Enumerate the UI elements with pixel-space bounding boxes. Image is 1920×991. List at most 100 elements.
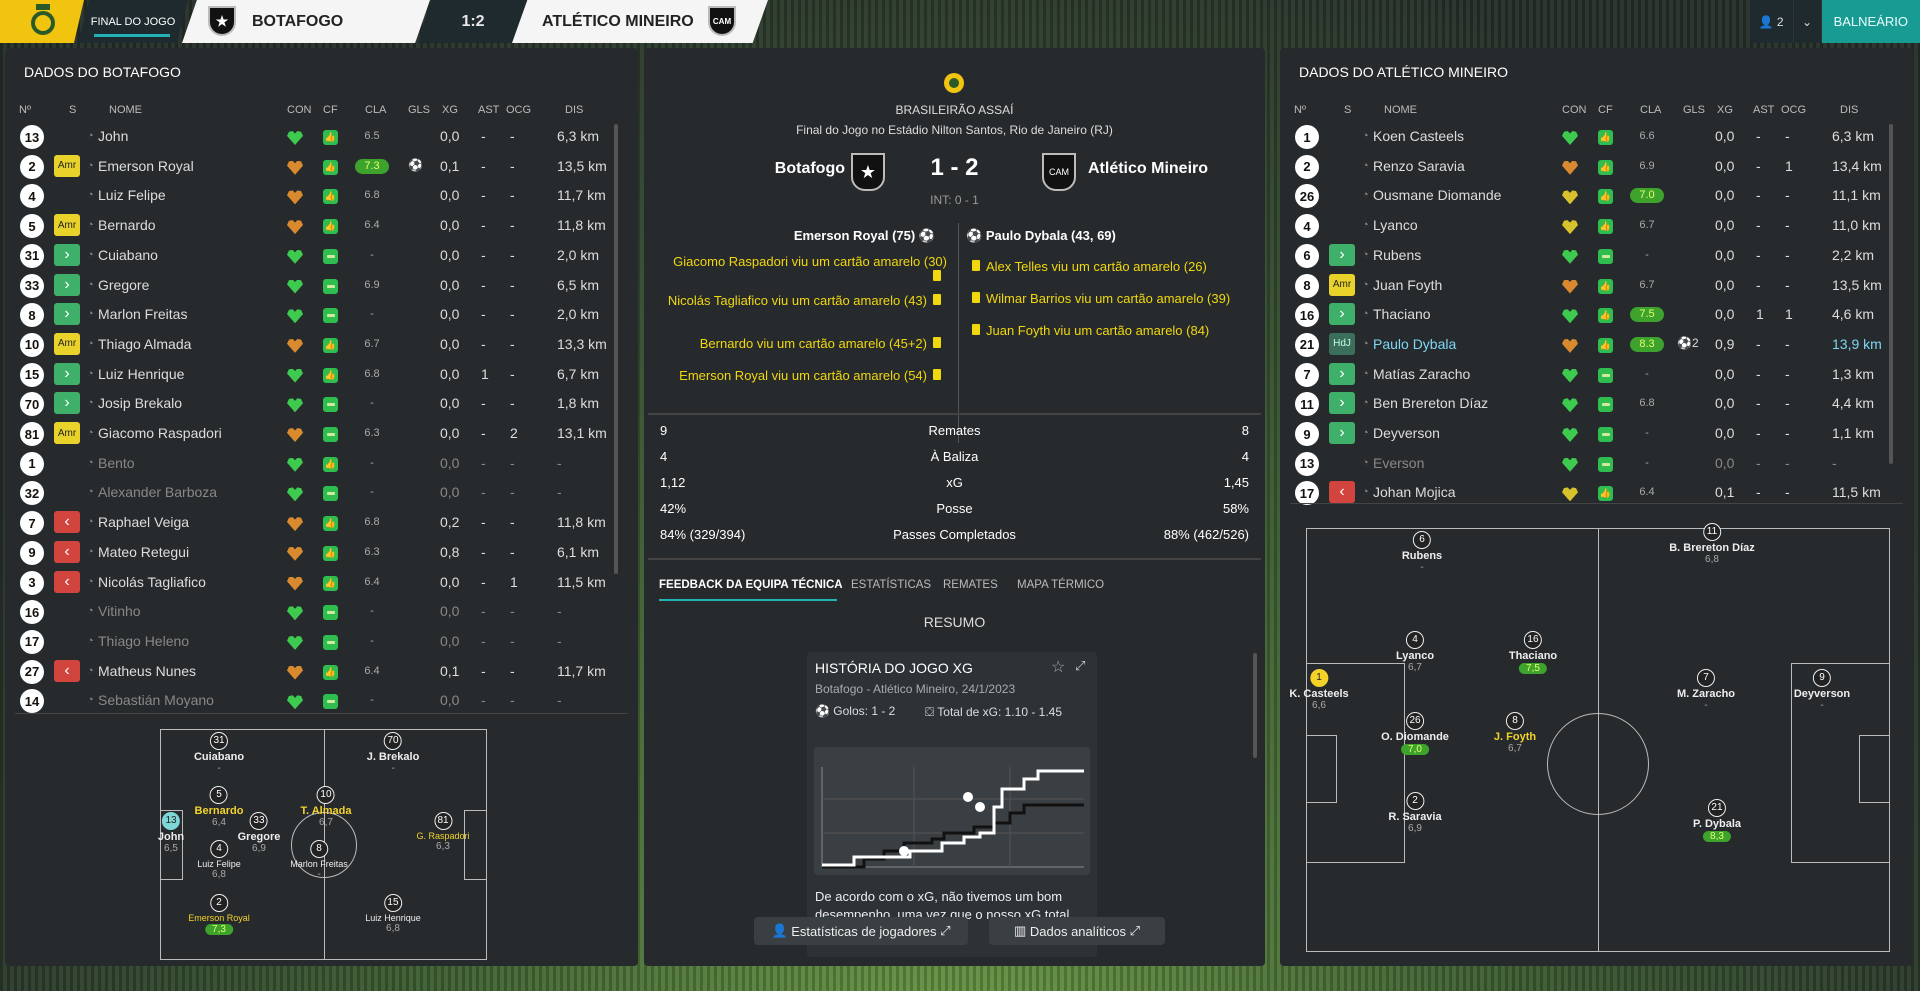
player-name[interactable]: Vitinho — [98, 603, 141, 619]
player-name[interactable]: Deyverson — [1373, 425, 1440, 441]
player-name[interactable]: Juan Foyth — [1373, 277, 1442, 293]
player-name[interactable]: Cuiabano — [98, 247, 158, 263]
player-name[interactable]: Raphael Veiga — [98, 514, 189, 530]
external-link-icon[interactable]: ⤢ — [1075, 658, 1085, 674]
formation-player[interactable]: 2 R. Saravia 6,9 — [1388, 792, 1442, 834]
player-name[interactable]: Koen Casteels — [1373, 128, 1464, 144]
table-row[interactable]: 31 › ◔ Cuiabano - 0,0 - - 2,0 km — [17, 241, 626, 271]
player-name[interactable]: Bernardo — [98, 217, 156, 233]
formation-player[interactable]: 16 Thaciano 7,5 — [1509, 631, 1557, 674]
tab-2[interactable]: REMATES — [943, 579, 998, 591]
player-name[interactable]: Bento — [98, 455, 135, 471]
header-s[interactable]: S — [69, 104, 76, 116]
formation-player[interactable]: 15 Luiz Henrique 6,8 — [365, 894, 421, 934]
away-event-item[interactable]: Juan Foyth viu um cartão amarelo (84) — [966, 323, 1209, 338]
home-event-item[interactable]: Bernardo viu um cartão amarelo (45+2) — [667, 336, 947, 351]
formation-player[interactable]: 4 Lyanco 6,7 — [1396, 631, 1434, 673]
home-event-item[interactable]: Giacomo Raspadori viu um cartão amarelo … — [667, 254, 947, 284]
table-row[interactable]: 13 ◔ John 👍 6.5 0,0 - - 6,3 km — [17, 122, 626, 152]
tab-1[interactable]: ESTATÍSTICAS — [851, 579, 931, 591]
header-con[interactable]: CON — [287, 104, 311, 116]
table-row[interactable]: 17 ◔ Thiago Heleno - 0,0 - - - — [17, 627, 626, 657]
header-ast[interactable]: AST — [1753, 104, 1774, 116]
player-name[interactable]: Luiz Felipe — [98, 187, 166, 203]
xg-story-card[interactable]: HISTÓRIA DO JOGO XG ☆ ⤢ Botafogo - Atlét… — [807, 652, 1097, 957]
scrollbar[interactable] — [614, 124, 618, 574]
table-row[interactable]: 3 ‹ ◔ Nicolás Tagliafico 👍 6.4 0,0 - 1 11,5 km — [17, 568, 626, 598]
scrollbar[interactable] — [1889, 124, 1893, 464]
formation-player[interactable]: 10 T. Almada 6,7 — [301, 786, 351, 828]
player-name[interactable]: Sebastián Moyano — [98, 692, 214, 708]
player-name[interactable]: Thaciano — [1373, 306, 1431, 322]
header-gls[interactable]: GLS — [1683, 104, 1705, 116]
formation-player[interactable]: 9 Deyverson - — [1794, 669, 1850, 711]
star-icon[interactable]: ☆ — [1051, 657, 1065, 677]
table-row[interactable]: 11 › ◔ Ben Brereton Díaz 6.8 0,0 - - 4,4 km — [1292, 389, 1901, 419]
player-name[interactable]: Lyanco — [1373, 217, 1418, 233]
formation-player[interactable]: 8 J. Foyth 6,7 — [1494, 712, 1536, 754]
header-nº[interactable]: Nº — [19, 104, 31, 116]
table-row[interactable]: 16 › ◔ Thaciano 👍 7.5 0,0 1 1 4,6 km — [1292, 300, 1901, 330]
header-cla[interactable]: CLA — [365, 104, 386, 116]
formation-player[interactable]: 21 P. Dybala 8,3 — [1693, 799, 1741, 842]
table-row[interactable]: 8 › ◔ Marlon Freitas - 0,0 - - 2,0 km — [17, 300, 626, 330]
table-row[interactable]: 7 › ◔ Matías Zaracho - 0,0 - - 1,3 km — [1292, 360, 1901, 390]
header-nº[interactable]: Nº — [1294, 104, 1306, 116]
player-name[interactable]: Everson — [1373, 455, 1424, 471]
table-row[interactable]: 4 ◔ Lyanco 👍 6.7 0,0 - - 11,0 km — [1292, 211, 1901, 241]
header-xg[interactable]: XG — [442, 104, 458, 116]
player-name[interactable]: Johan Mojica — [1373, 484, 1456, 500]
table-row[interactable]: 10 Amr ◔ Thiago Almada 👍 6.7 0,0 - - 13,3 km — [17, 330, 626, 360]
player-name[interactable]: Renzo Saravia — [1373, 158, 1465, 174]
table-row[interactable]: 9 › ◔ Deyverson - 0,0 - - 1,1 km — [1292, 419, 1901, 449]
table-row[interactable]: 8 Amr ◔ Juan Foyth 👍 6.7 0,0 - - 13,5 km — [1292, 271, 1901, 301]
header-cla[interactable]: CLA — [1640, 104, 1661, 116]
away-event-item[interactable]: Alex Telles viu um cartão amarelo (26) — [966, 259, 1207, 274]
formation-player[interactable]: 26 O. Diomande 7,0 — [1381, 712, 1449, 755]
formation-player[interactable]: 13 John 6,5 — [158, 812, 184, 854]
table-row[interactable]: 15 › ◔ Luiz Henrique 👍 6.8 0,0 1 - 6,7 km — [17, 360, 626, 390]
header-nome[interactable]: NOME — [1384, 104, 1417, 116]
player-name[interactable]: Alexander Barboza — [98, 484, 217, 500]
player-name[interactable]: John — [98, 128, 128, 144]
table-row[interactable]: 1 ◔ Koen Casteels 👍 6.6 0,0 - - 6,3 km — [1292, 122, 1901, 152]
header-xg[interactable]: XG — [1717, 104, 1733, 116]
match-stage-tab[interactable]: FINAL DO JOGO — [78, 0, 188, 43]
header-cf[interactable]: CF — [323, 104, 338, 116]
player-name[interactable]: Gregore — [98, 277, 149, 293]
header-ocg[interactable]: OCG — [506, 104, 531, 116]
tab-3[interactable]: MAPA TÉRMICO — [1017, 579, 1104, 591]
player-stats-button[interactable]: 👤 Estatísticas de jogadores ⤢ — [754, 917, 968, 945]
table-row[interactable]: 2 Amr ◔ Emerson Royal 👍 7.3 ⚽ 0,1 - - 13,5 km — [17, 152, 626, 182]
player-name[interactable]: Matheus Nunes — [98, 663, 196, 679]
header-dis[interactable]: DIS — [1840, 104, 1858, 116]
home-event-item[interactable]: Emerson Royal viu um cartão amarelo (54) — [667, 368, 947, 383]
table-row[interactable]: 14 ◔ Sebastián Moyano - 0,0 - - - — [17, 686, 626, 716]
people-count-button[interactable]: 👤 2 — [1748, 0, 1793, 43]
player-name[interactable]: Thiago Almada — [98, 336, 191, 352]
player-name[interactable]: Ousmane Diomande — [1373, 187, 1501, 203]
header-ast[interactable]: AST — [478, 104, 499, 116]
formation-player[interactable]: 6 Rubens - — [1402, 531, 1442, 573]
header-con[interactable]: CON — [1562, 104, 1586, 116]
formation-player[interactable]: 2 Emerson Royal 7,3 — [188, 894, 250, 935]
table-row[interactable]: 5 Amr ◔ Bernardo 👍 6.4 0,0 - - 11,8 km — [17, 211, 626, 241]
formation-player[interactable]: 4 Luiz Felipe 6,8 — [197, 840, 241, 880]
header-s[interactable]: S — [1344, 104, 1351, 116]
player-name[interactable]: Rubens — [1373, 247, 1421, 263]
player-name[interactable]: Emerson Royal — [98, 158, 194, 174]
player-name[interactable]: Giacomo Raspadori — [98, 425, 222, 441]
table-row[interactable]: 13 ◔ Everson - 0,0 - - - — [1292, 449, 1901, 479]
tab-0[interactable]: FEEDBACK DA EQUIPA TÉCNICA — [659, 579, 843, 591]
table-row[interactable]: 32 ◔ Alexander Barboza - 0,0 - - - — [17, 478, 626, 508]
formation-player[interactable]: 31 Cuiabano - — [194, 732, 244, 774]
player-name[interactable]: Luiz Henrique — [98, 366, 184, 382]
table-row[interactable]: 9 ‹ ◔ Mateo Retegui 👍 6.3 0,8 - - 6,1 km — [17, 538, 626, 568]
header-gls[interactable]: GLS — [408, 104, 430, 116]
table-row[interactable]: 7 ‹ ◔ Raphael Veiga 👍 6.8 0,2 - - 11,8 km — [17, 508, 626, 538]
player-name[interactable]: Mateo Retegui — [98, 544, 189, 560]
formation-player[interactable]: 8 Marlon Freitas - — [290, 840, 348, 880]
formation-player[interactable]: 1 K. Casteels 6,6 — [1289, 669, 1349, 711]
formation-player[interactable]: 5 Bernardo 6,4 — [195, 786, 243, 828]
player-name[interactable]: Marlon Freitas — [98, 306, 187, 322]
